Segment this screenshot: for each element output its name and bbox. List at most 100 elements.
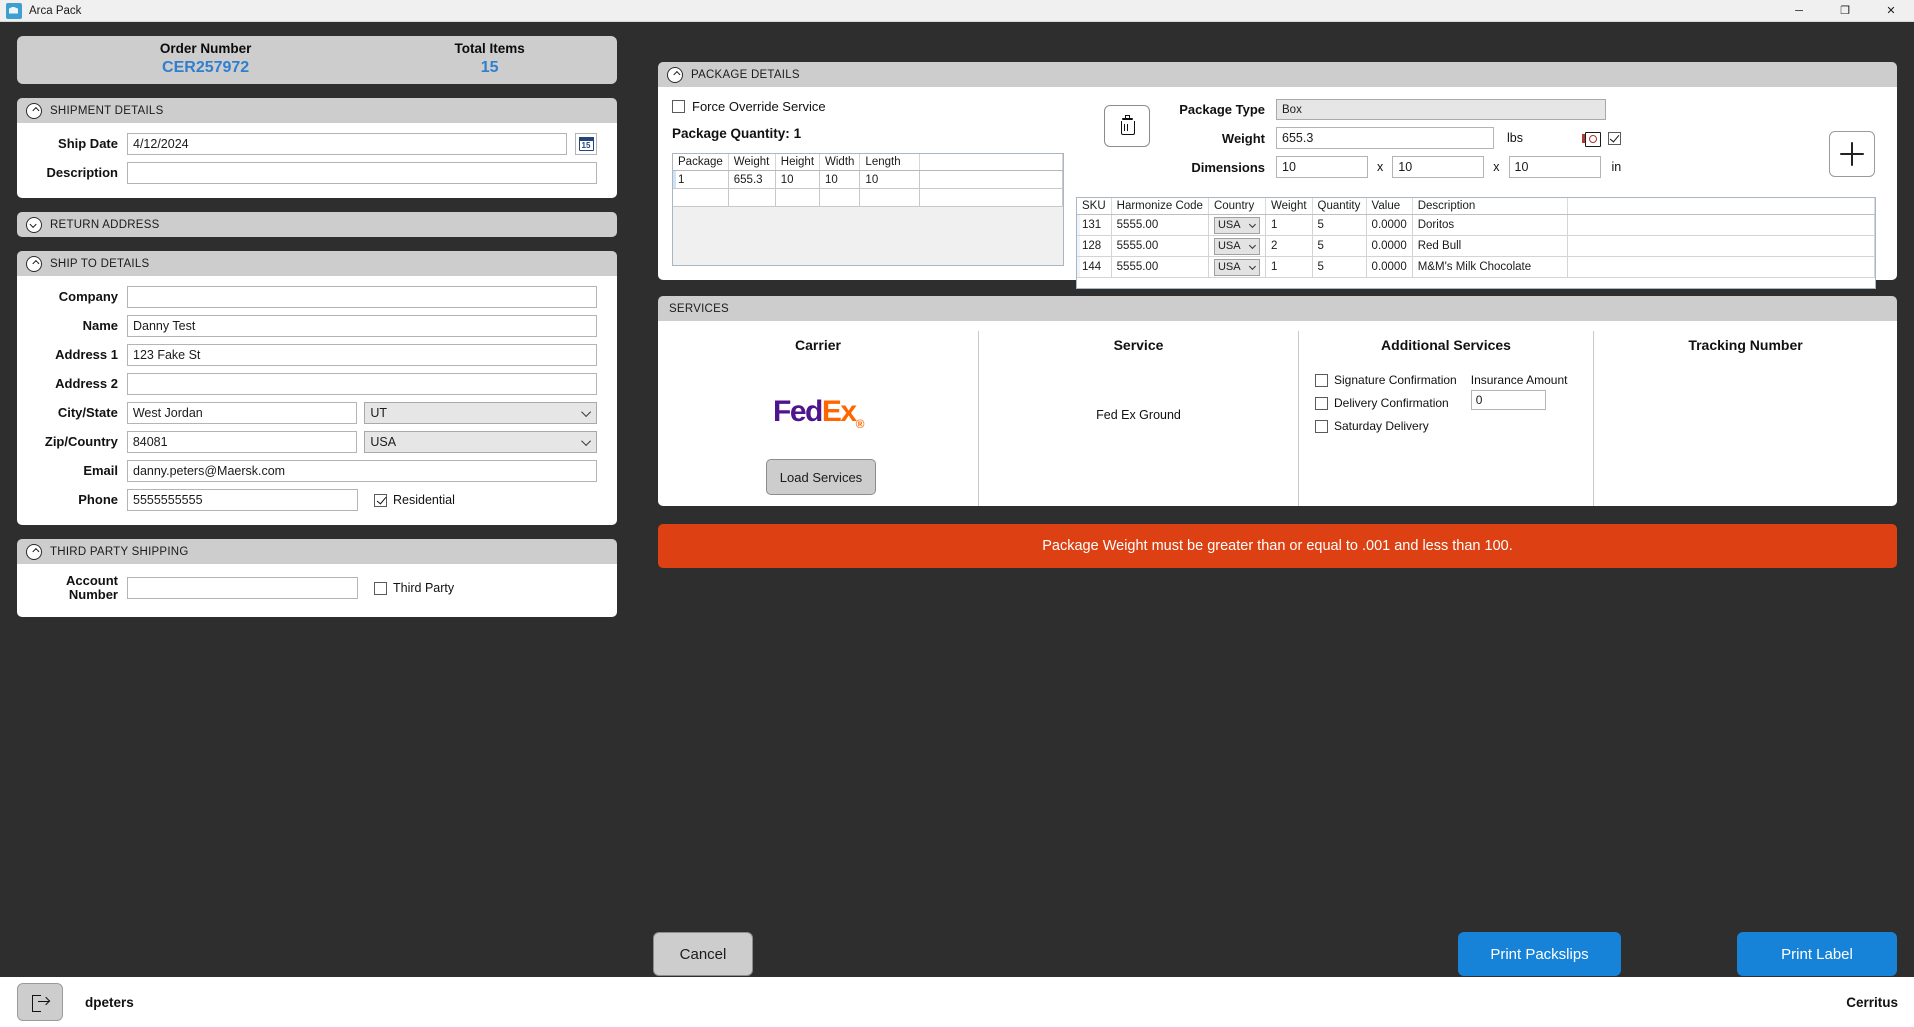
chevron-down-icon[interactable]: [26, 216, 42, 233]
col-weight: Weight: [728, 154, 776, 171]
table-row[interactable]: 131 5555.00 USA 1 5 0.0000 Doritos: [1077, 214, 1875, 236]
return-address-header[interactable]: RETURN ADDRESS: [17, 212, 617, 237]
dimension-height-input[interactable]: 10: [1508, 156, 1601, 178]
third-party-checkbox-wrap[interactable]: Third Party: [374, 581, 454, 595]
force-override-wrap[interactable]: Force Override Service: [672, 99, 1092, 114]
shipment-details-header[interactable]: SHIPMENT DETAILS: [17, 98, 617, 123]
chevron-up-icon[interactable]: [26, 102, 42, 119]
minimize-button[interactable]: ─: [1776, 0, 1822, 22]
package-grid[interactable]: Package Weight Height Width Length 1 655…: [672, 153, 1064, 266]
right-column: PACKAGE DETAILS Force Override Service P…: [658, 62, 1897, 568]
chevron-up-icon[interactable]: [667, 66, 683, 83]
country-select[interactable]: USA: [1213, 258, 1260, 276]
city-input[interactable]: West Jordan: [126, 402, 358, 424]
col-spacer: [919, 154, 1063, 171]
third-party-header[interactable]: THIRD PARTY SHIPPING: [17, 539, 617, 564]
add-package-button[interactable]: [1829, 131, 1875, 177]
package-type-value: Box: [1282, 103, 1302, 116]
delete-package-button[interactable]: [1104, 105, 1150, 147]
force-override-checkbox[interactable]: [672, 100, 685, 113]
signature-confirmation-wrap[interactable]: Signature Confirmation: [1315, 373, 1457, 387]
description-input[interactable]: [127, 162, 597, 184]
dimensions-label: Dimensions: [1191, 159, 1265, 175]
table-row[interactable]: 144 5555.00 USA 1 5 0.0000 M&M's Milk Ch…: [1077, 256, 1875, 278]
delivery-confirmation-checkbox[interactable]: [1315, 396, 1328, 410]
package-type-select[interactable]: Box: [1276, 99, 1606, 120]
insurance-amount-input[interactable]: 0: [1470, 390, 1546, 410]
third-party-title: THIRD PARTY SHIPPING: [50, 545, 189, 558]
app-root: Order Number CER257972 Total Items 15 SH…: [0, 22, 1914, 977]
chevron-up-icon[interactable]: [26, 543, 42, 560]
signature-confirmation-checkbox[interactable]: [1315, 373, 1328, 387]
ship-date-input[interactable]: 4/12/2024: [127, 133, 567, 155]
package-quantity-value: 1: [793, 126, 802, 141]
address1-input[interactable]: 123 Fake St: [127, 344, 597, 366]
saturday-delivery-checkbox[interactable]: [1315, 419, 1328, 433]
print-label-button[interactable]: Print Label: [1737, 932, 1897, 976]
cell-harmonize-code: 5555.00: [1111, 256, 1209, 278]
table-row[interactable]: 1 655.3 10 10 10: [673, 170, 1063, 189]
country-select[interactable]: USA: [1213, 216, 1260, 234]
print-packslips-button[interactable]: Print Packslips: [1458, 932, 1621, 976]
country-select[interactable]: USA: [364, 431, 597, 453]
scale-checkbox[interactable]: [1607, 131, 1621, 145]
insurance-group: Insurance Amount 0: [1470, 373, 1567, 433]
residential-label: Residential: [393, 493, 455, 507]
residential-checkbox-wrap[interactable]: Residential: [374, 493, 455, 507]
table-row[interactable]: 128 5555.00 USA 2 5 0.0000 Red Bull: [1077, 235, 1875, 257]
email-label: Email: [83, 462, 118, 478]
chevron-up-icon[interactable]: [26, 255, 42, 272]
ship-to-details-title: SHIP TO DETAILS: [50, 257, 150, 270]
ship-to-details-header[interactable]: SHIP TO DETAILS: [17, 251, 617, 276]
address2-input[interactable]: [127, 373, 597, 395]
cell-height: [775, 188, 821, 207]
package-type-label: Package Type: [1179, 102, 1265, 117]
residential-checkbox[interactable]: [374, 493, 387, 507]
country-select[interactable]: USA: [1213, 237, 1260, 255]
services-panel: SERVICES Carrier FedEx® Load Services Se…: [658, 296, 1897, 506]
third-party-checkbox[interactable]: [374, 581, 387, 595]
sku-table[interactable]: SKU Harmonize Code Country Weight Quanti…: [1076, 197, 1876, 289]
maximize-button[interactable]: ❐: [1822, 0, 1868, 22]
error-banner: Package Weight must be greater than or e…: [658, 524, 1897, 568]
scale-icon[interactable]: [1581, 131, 1601, 147]
cell-quantity: 5: [1312, 235, 1367, 257]
account-number-input[interactable]: [127, 577, 358, 600]
fedex-logo-fed: Fed: [773, 395, 823, 428]
dimension-length-input[interactable]: 10: [1276, 156, 1368, 178]
country-value: USA: [1217, 261, 1241, 273]
phone-input[interactable]: 5555555555: [127, 489, 358, 511]
delivery-confirmation-wrap[interactable]: Delivery Confirmation: [1315, 396, 1457, 410]
service-header: Service: [1113, 337, 1164, 353]
additional-services-header: Additional Services: [1381, 337, 1511, 353]
company-input[interactable]: [127, 286, 597, 308]
cell-country: USA: [1208, 214, 1266, 236]
cell-harmonize-code: 5555.00: [1111, 235, 1209, 257]
logout-icon: [31, 994, 50, 1012]
order-summary-header: Order Number CER257972 Total Items 15: [17, 36, 617, 84]
close-button[interactable]: ✕: [1868, 0, 1914, 22]
table-row[interactable]: [673, 188, 1063, 207]
package-details-header[interactable]: PACKAGE DETAILS: [658, 62, 1897, 87]
col-description: Description: [1412, 198, 1568, 215]
calendar-button[interactable]: 15: [575, 133, 597, 155]
col-weight: Weight: [1265, 198, 1313, 215]
account-number-row: Account Number Third Party: [19, 573, 605, 603]
logout-button[interactable]: [17, 983, 63, 1021]
saturday-delivery-wrap[interactable]: Saturday Delivery: [1315, 419, 1457, 433]
phone-label: Phone: [78, 491, 118, 507]
state-select[interactable]: UT: [364, 402, 597, 424]
cancel-button[interactable]: Cancel: [653, 932, 753, 976]
email-input[interactable]: danny.peters@Maersk.com: [127, 460, 597, 482]
email-row: Email danny.peters@Maersk.com: [19, 460, 605, 482]
col-country: Country: [1208, 198, 1266, 215]
load-services-button[interactable]: Load Services: [766, 459, 876, 495]
address2-row: Address 2: [19, 373, 605, 395]
cell-sku: 128: [1077, 235, 1112, 257]
zip-input[interactable]: 84081: [126, 431, 358, 453]
dimension-separator-2: x: [1493, 160, 1500, 174]
name-row: Name Danny Test: [19, 315, 605, 337]
dimension-width-input[interactable]: 10: [1392, 156, 1485, 178]
weight-input[interactable]: 655.3: [1276, 127, 1494, 149]
name-input[interactable]: Danny Test: [127, 315, 597, 337]
